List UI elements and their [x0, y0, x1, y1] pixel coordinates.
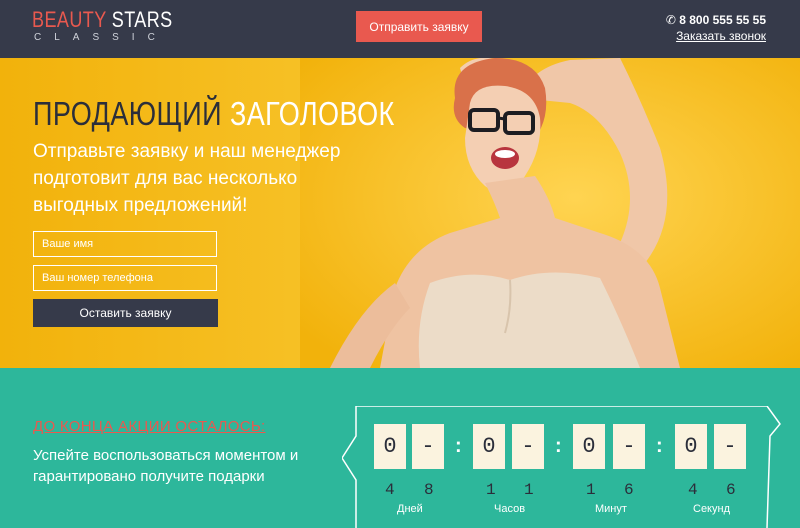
- timer-label-seconds: Секунд: [693, 503, 730, 515]
- timer-digit: 0: [473, 424, 505, 469]
- logo-word-1: BEAUTY: [32, 7, 107, 32]
- site-header: BEAUTY STARS CLASSIC Отправить заявку ✆ …: [0, 0, 800, 58]
- timer-separator: :: [455, 435, 462, 457]
- hero-title: ПРОДАЮЩИЙ ЗАГОЛОВОК: [33, 95, 395, 133]
- logo[interactable]: BEAUTY STARS CLASSIC: [32, 8, 203, 44]
- contact-block: ✆ 8 800 555 55 55 Заказать звонок: [666, 12, 766, 44]
- timer-digit: 0: [573, 424, 605, 469]
- timer-digit: 0: [675, 424, 707, 469]
- timer-label-minutes: Минут: [595, 503, 627, 515]
- hero-title-white: ЗАГОЛОВОК: [229, 95, 395, 132]
- timer-number: 1: [524, 481, 534, 499]
- timer-digit: -: [613, 424, 645, 469]
- timer-number: 4: [385, 481, 395, 499]
- hero-title-dark: ПРОДАЮЩИЙ: [33, 95, 223, 132]
- logo-subtitle: CLASSIC: [34, 32, 168, 43]
- hero-subtitle: Отправьте заявку и наш менеджер подготов…: [33, 141, 341, 216]
- timer-separator: :: [555, 435, 562, 457]
- countdown-title: ДО КОНЦА АКЦИИ ОСТАЛОСЬ:: [33, 418, 266, 435]
- timer-number: 6: [726, 481, 736, 499]
- countdown-section: ДО КОНЦА АКЦИИ ОСТАЛОСЬ: Успейте восполь…: [0, 368, 800, 528]
- timer-label-hours: Часов: [494, 503, 526, 515]
- hero-section: ПРОДАЮЩИЙ ЗАГОЛОВОК Отправьте заявку и н…: [0, 58, 800, 368]
- phone-input[interactable]: [33, 265, 217, 291]
- send-request-button[interactable]: Отправить заявку: [356, 11, 482, 42]
- timer-number: 8: [424, 481, 434, 499]
- phone-icon: ✆: [665, 13, 676, 27]
- timer-digit: 0: [374, 424, 406, 469]
- timer-number: 6: [624, 481, 634, 499]
- timer-number: 1: [586, 481, 596, 499]
- timer-digit: -: [412, 424, 444, 469]
- timer-separator: :: [656, 435, 663, 457]
- callback-link[interactable]: Заказать звонок: [666, 28, 766, 44]
- name-input[interactable]: [33, 231, 217, 257]
- timer-label-days: Дней: [397, 503, 423, 515]
- logo-word-2: STARS: [111, 7, 173, 32]
- phone-number: 8 800 555 55 55: [679, 13, 766, 27]
- timer-number: 1: [486, 481, 496, 499]
- countdown-subtitle: Успейте воспользоваться моментом и гаран…: [33, 447, 299, 485]
- timer-digit: -: [512, 424, 544, 469]
- timer-number: 4: [688, 481, 698, 499]
- leave-request-button[interactable]: Оставить заявку: [33, 299, 218, 327]
- timer-digit: -: [714, 424, 746, 469]
